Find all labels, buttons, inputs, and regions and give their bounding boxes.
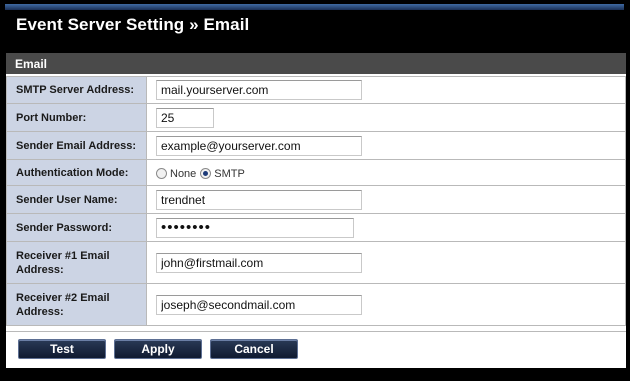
page-title: Event Server Setting » Email	[16, 15, 250, 34]
sender-password-label: Sender Password:	[6, 213, 147, 242]
auth-none-label: None	[170, 167, 197, 180]
test-button[interactable]: Test	[18, 339, 106, 359]
row-receiver1: Receiver #1 Email Address:	[6, 241, 626, 284]
port-label: Port Number:	[6, 103, 147, 132]
cancel-button[interactable]: Cancel	[210, 339, 298, 359]
apply-button[interactable]: Apply	[114, 339, 202, 359]
auth-mode-label: Authentication Mode:	[6, 159, 147, 186]
email-settings-form: SMTP Server Address: Port Number: Sender…	[6, 76, 626, 326]
sender-email-label: Sender Email Address:	[6, 131, 147, 160]
sender-user-input[interactable]	[156, 189, 362, 210]
row-sender-password: Sender Password:	[6, 213, 626, 242]
row-port: Port Number:	[6, 103, 626, 132]
smtp-server-input[interactable]	[156, 80, 362, 100]
row-sender-email: Sender Email Address:	[6, 131, 626, 160]
sender-email-input[interactable]	[156, 135, 362, 156]
port-input[interactable]	[156, 107, 214, 128]
row-smtp-server: SMTP Server Address:	[6, 76, 626, 104]
auth-smtp-label: SMTP	[214, 167, 245, 180]
receiver2-label: Receiver #2 Email Address:	[6, 283, 147, 326]
sender-user-label: Sender User Name:	[6, 185, 147, 214]
app-frame: Event Server Setting » Email Email SMTP …	[0, 0, 630, 381]
receiver1-input[interactable]	[156, 252, 362, 273]
sender-password-input[interactable]	[156, 217, 354, 238]
auth-smtp-radio[interactable]	[200, 167, 212, 179]
auth-none-radio[interactable]	[156, 167, 167, 179]
top-accent-bar	[5, 4, 624, 10]
receiver1-label: Receiver #1 Email Address:	[6, 241, 147, 284]
smtp-server-label: SMTP Server Address:	[6, 76, 147, 104]
row-auth-mode: Authentication Mode: None SMTP	[6, 159, 626, 186]
section-heading: Email	[6, 53, 626, 75]
email-settings-panel: Email SMTP Server Address: Port Number: …	[6, 53, 626, 368]
row-sender-user: Sender User Name:	[6, 185, 626, 214]
button-bar: Test Apply Cancel	[6, 331, 626, 368]
receiver2-input[interactable]	[156, 294, 362, 315]
row-receiver2: Receiver #2 Email Address:	[6, 283, 626, 326]
